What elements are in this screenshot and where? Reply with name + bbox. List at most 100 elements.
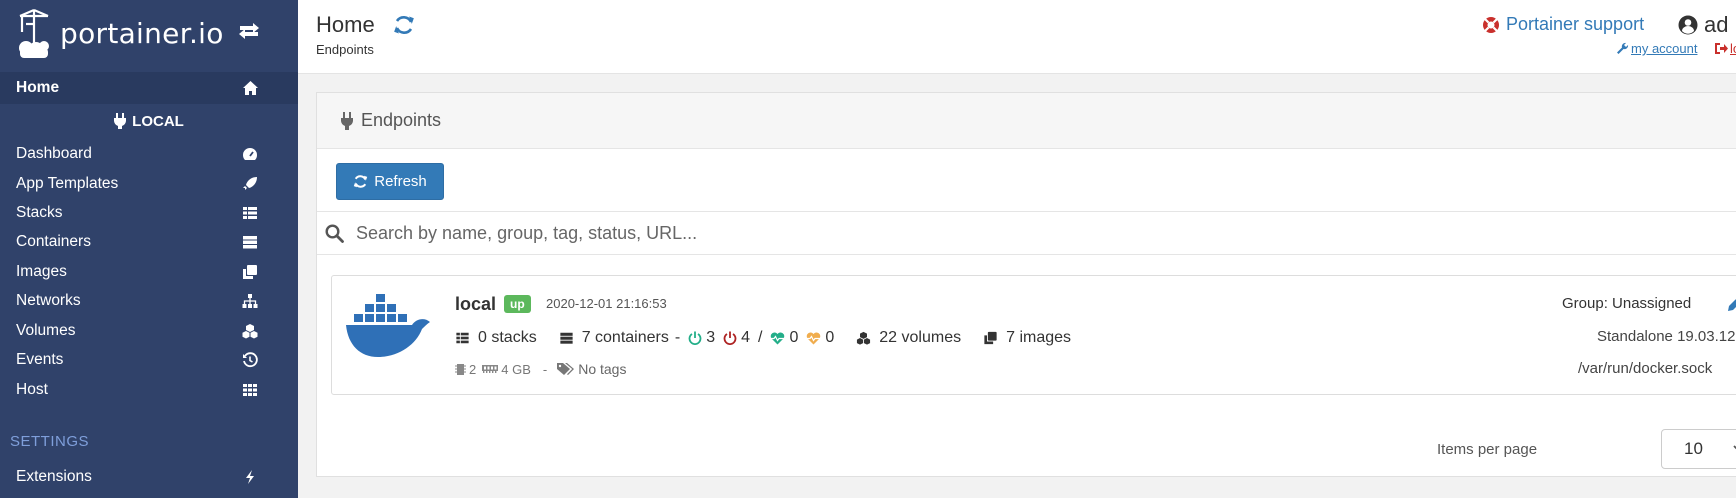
- breadcrumb: Endpoints: [316, 42, 374, 57]
- sidebar-item-app-templates[interactable]: App Templates: [0, 168, 298, 200]
- search-bar: [317, 211, 1736, 255]
- unhealthy-stat: 0: [806, 329, 834, 347]
- items-per-page-value: 10: [1684, 439, 1703, 458]
- server-icon: [242, 234, 258, 250]
- user-name: ad: [1704, 12, 1729, 37]
- slash-separator: /: [758, 329, 763, 346]
- meta-separator: -: [542, 361, 548, 377]
- topbar: Home Endpoints Portainer support ad my a…: [298, 0, 1736, 74]
- stopped-count: 4: [741, 329, 750, 346]
- clone-icon: [242, 264, 258, 280]
- sidebar-item-containers[interactable]: Containers: [0, 226, 298, 258]
- refresh-button[interactable]: Refresh: [336, 163, 444, 200]
- portainer-logo[interactable]: portainer.io: [14, 6, 224, 60]
- power-off-icon: [723, 331, 737, 345]
- sidebar-item-label: Containers: [16, 233, 91, 250]
- settings-header: SETTINGS: [10, 433, 90, 450]
- sidebar-item-images[interactable]: Images: [0, 256, 298, 288]
- tachometer-icon: [242, 146, 258, 162]
- sidebar-item-stacks[interactable]: Stacks: [0, 197, 298, 229]
- life-ring-icon: [1483, 16, 1499, 33]
- cpu-count: 2: [469, 361, 477, 377]
- sidebar-item-label: Home: [16, 79, 60, 96]
- sidebar-item-label: Stacks: [16, 204, 63, 221]
- my-account-label: my account: [1631, 41, 1698, 56]
- endpoint-group: Group: Unassigned: [1562, 295, 1692, 312]
- support-label: Portainer support: [1506, 14, 1645, 34]
- stacks-count: 0 stacks: [478, 329, 537, 346]
- containers-count: 7 containers: [581, 329, 669, 346]
- th-icon: [242, 382, 258, 398]
- my-account-link[interactable]: my account: [1616, 41, 1697, 56]
- sidebar-item-volumes[interactable]: Volumes: [0, 315, 298, 347]
- search-icon: [325, 223, 344, 243]
- sidebar-item-home[interactable]: Home: [0, 72, 298, 104]
- containers-stat: 7 containers -: [559, 329, 681, 347]
- endpoint-stats: 0 stacks 7 containers - 3 4 / 0 0 22 vol…: [455, 329, 1093, 347]
- sidebar-item-dashboard[interactable]: Dashboard: [0, 138, 298, 170]
- images-count: 7 images: [1006, 329, 1072, 346]
- sidebar-item-label: Events: [16, 351, 64, 368]
- sidebar-item-events[interactable]: Events: [0, 344, 298, 376]
- support-link[interactable]: Portainer support: [1482, 14, 1644, 35]
- sidebar: portainer.io Home LOCAL Dashboard App Te…: [0, 0, 298, 498]
- refresh-icon: [354, 175, 368, 188]
- memory-amount: 4 GB: [501, 361, 531, 377]
- search-input[interactable]: [356, 222, 1356, 244]
- tags-label: No tags: [578, 361, 627, 377]
- endpoint-card[interactable]: local up 2020-12-01 21:16:53 0 stacks 7 …: [331, 275, 1736, 395]
- th-list-icon: [242, 205, 258, 221]
- sidebar-item-host[interactable]: Host: [0, 374, 298, 406]
- sidebar-item-label: Networks: [16, 292, 81, 309]
- sign-out-icon: [1715, 43, 1728, 54]
- running-count: 3: [706, 329, 716, 346]
- dash-separator: -: [674, 329, 681, 346]
- memory-icon: [482, 365, 499, 373]
- healthy-stat: 0: [770, 329, 798, 347]
- items-per-page-select[interactable]: 10: [1661, 429, 1736, 469]
- volumes-stat: 22 volumes: [856, 329, 961, 347]
- refresh-icon[interactable]: [393, 14, 415, 41]
- th-list-icon: [456, 332, 469, 344]
- heartbeat-icon: [771, 332, 785, 344]
- sidebar-item-networks[interactable]: Networks: [0, 285, 298, 317]
- power-on-icon: [688, 331, 702, 345]
- tags-icon: [557, 363, 575, 375]
- clone-icon: [984, 331, 997, 345]
- unhealthy-count: 0: [825, 329, 835, 346]
- endpoint-timestamp: 2020-12-01 21:16:53: [546, 296, 667, 311]
- pencil-icon[interactable]: [1727, 296, 1736, 317]
- user-circle-icon: [1678, 15, 1698, 35]
- sidebar-item-label: Host: [16, 381, 48, 398]
- endpoint-header: LOCAL: [0, 106, 298, 136]
- rocket-icon: [242, 176, 258, 192]
- endpoint-meta: 2 4 GB - No tags: [455, 361, 632, 377]
- stacks-stat: 0 stacks: [455, 329, 537, 347]
- running-stat: 3: [688, 329, 715, 347]
- refresh-button-label: Refresh: [374, 173, 427, 190]
- cpu-stat: 2: [455, 362, 476, 377]
- endpoint-name: local: [455, 294, 497, 314]
- page-title: Home: [316, 12, 375, 37]
- healthy-count: 0: [789, 329, 799, 346]
- sidebar-item-label: Volumes: [16, 322, 76, 339]
- logout-link[interactable]: lo: [1714, 41, 1736, 56]
- home-icon: [242, 80, 258, 96]
- sidebar-item-extensions[interactable]: Extensions: [0, 461, 298, 493]
- tags-stat: No tags: [557, 361, 626, 377]
- cubes-icon: [857, 331, 871, 345]
- endpoints-panel: Endpoints Refresh local up 2020-: [316, 92, 1736, 477]
- sitemap-icon: [242, 293, 258, 309]
- exchange-icon[interactable]: [238, 22, 260, 45]
- endpoint-platform: Standalone 19.03.12: [1597, 328, 1736, 345]
- bolt-icon: [242, 469, 258, 485]
- wrench-icon: [1617, 42, 1629, 54]
- items-per-page-label: Items per page: [1437, 441, 1538, 458]
- stopped-stat: 4: [723, 329, 750, 347]
- volumes-count: 22 volumes: [879, 329, 962, 346]
- docker-icon: [346, 292, 436, 363]
- heartbeat-warning-icon: [807, 332, 821, 344]
- plug-icon: [114, 113, 127, 129]
- plug-icon: [341, 111, 353, 130]
- user-menu[interactable]: ad: [1678, 12, 1728, 38]
